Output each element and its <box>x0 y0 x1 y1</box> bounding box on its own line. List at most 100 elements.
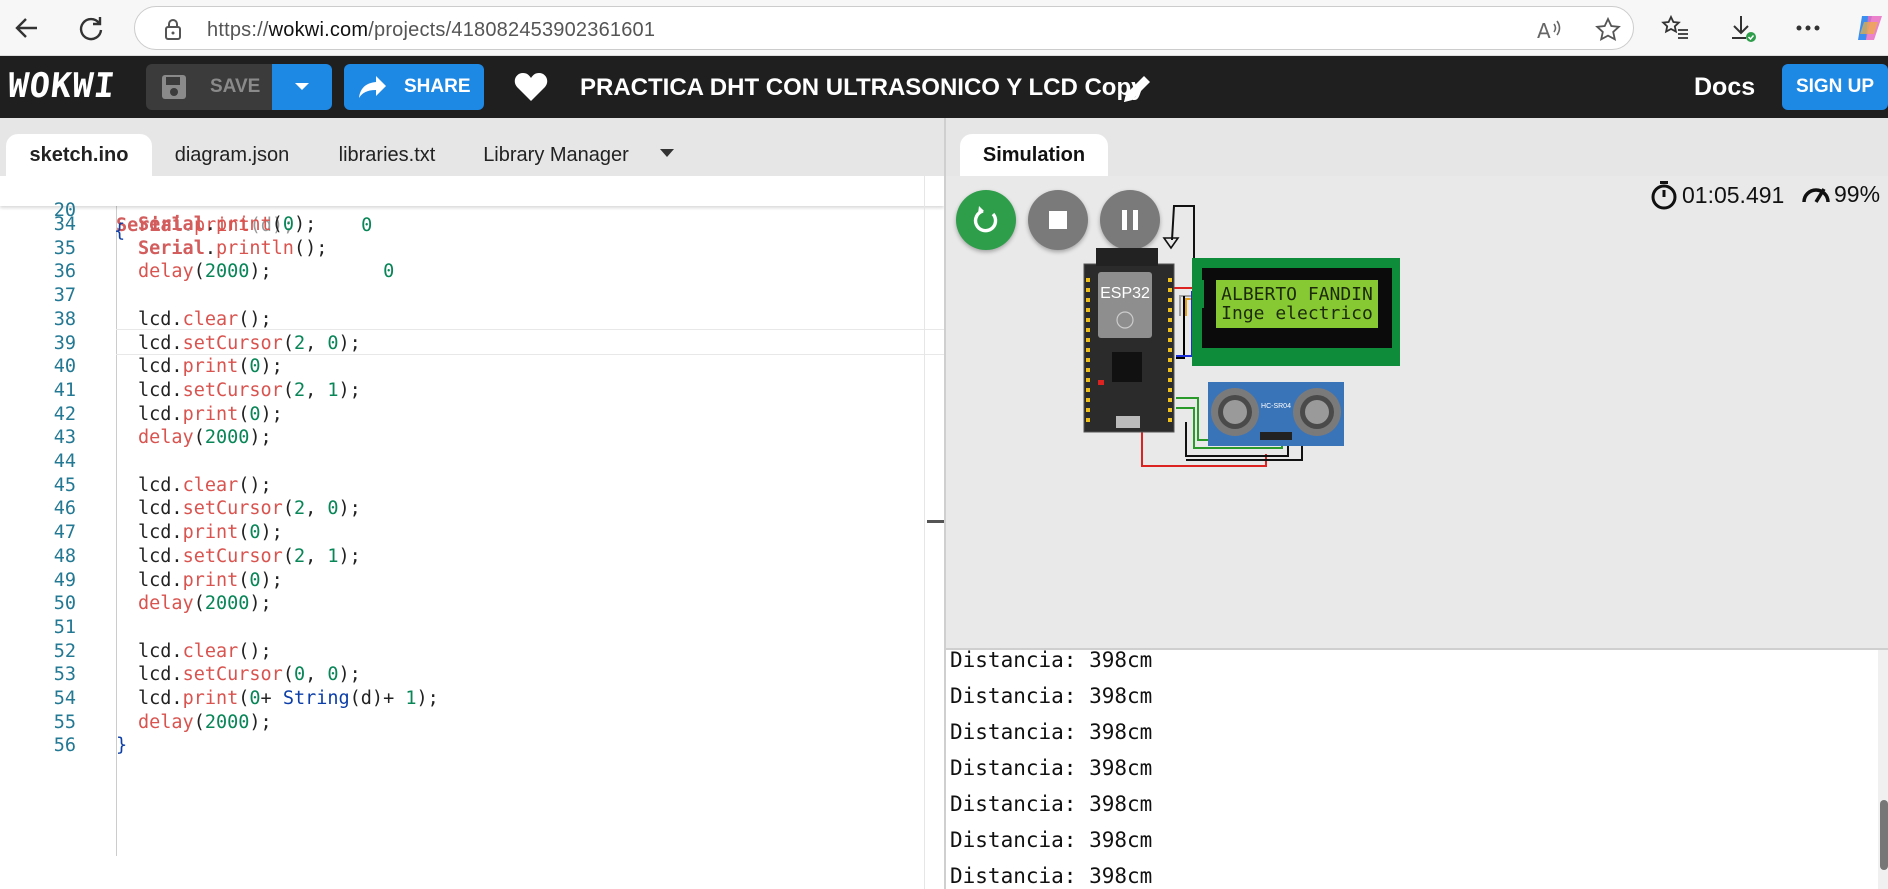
lcd-1602-display[interactable]: ALBERTO FANDIN Inge electrico <box>1192 258 1400 366</box>
line-number: 35 <box>53 237 76 259</box>
line-number: 48 <box>53 545 76 567</box>
lcd-line-2: Inge electrico <box>1221 303 1373 324</box>
read-aloud-icon[interactable]: A <box>1535 15 1565 45</box>
favorite-star-icon[interactable] <box>1593 15 1623 45</box>
line-number: 55 <box>53 711 76 733</box>
simulation-timer: 01:05.491 <box>1650 180 1784 210</box>
copilot-icon[interactable] <box>1852 10 1888 46</box>
reload-icon[interactable] <box>72 9 110 47</box>
downloads-icon[interactable] <box>1725 10 1761 46</box>
serial-monitor[interactable]: Distancia: 398cm Distancia: 398cm Distanci… <box>946 648 1888 889</box>
tab-sketch-ino[interactable]: sketch.ino <box>6 134 152 176</box>
line-number: 44 <box>53 451 76 472</box>
serial-output-line: Distancia: 398cm <box>950 720 1153 744</box>
share-arrow-icon <box>359 76 386 98</box>
code-text: lcd.print(0); <box>138 403 283 425</box>
tab-diagram-json[interactable]: diagram.json <box>162 134 302 176</box>
esp32-board[interactable]: ESP32 <box>1083 248 1175 433</box>
line-number: 41 <box>53 379 76 401</box>
code-text: Serial.print(0); <box>138 214 317 235</box>
serial-output-line: Distancia: 398cm <box>950 684 1153 708</box>
code-text: lcd.print(0); <box>138 522 283 544</box>
edit-pencil-icon[interactable] <box>1120 72 1154 106</box>
svg-text:A: A <box>1537 19 1551 42</box>
line-number: 39 <box>53 332 76 354</box>
code-text: lcd.clear(); <box>138 474 272 496</box>
back-arrow-icon[interactable] <box>8 9 46 47</box>
line-number: 53 <box>53 664 76 686</box>
code-line: 56} <box>0 735 944 764</box>
line-number: 49 <box>53 569 76 591</box>
serial-output-line: Distancia: 398cm <box>950 828 1153 852</box>
code-text: lcd.print(0); <box>138 356 283 378</box>
chevron-down-icon <box>295 83 309 90</box>
line-number: 42 <box>53 403 76 425</box>
line-number: 52 <box>53 640 76 662</box>
code-text: lcd.setCursor(0, 0); <box>138 664 361 686</box>
line-number: 47 <box>53 522 76 544</box>
code-text: lcd.clear(); <box>138 640 272 662</box>
save-disk-icon <box>162 75 186 99</box>
lock-icon[interactable] <box>163 17 183 41</box>
url-prefix: https:// <box>207 19 269 41</box>
sticky-scroll-header[interactable]: 20 { <box>0 176 944 242</box>
code-text: } <box>116 735 128 757</box>
sign-up-button[interactable]: SIGN UP <box>1782 64 1888 110</box>
esp32-label: ESP32 <box>1100 285 1150 302</box>
tabs-menu-caret-icon[interactable] <box>660 148 674 158</box>
timer-value: 01:05.491 <box>1682 181 1785 208</box>
code-text: delay(2000); <box>138 711 272 733</box>
code-editor[interactable]: Serial.print(d); 0 20 { 34 Serial.print(0… <box>0 176 944 889</box>
serial-output-line: Distancia: 398cm <box>950 792 1153 816</box>
code-text: lcd.setCursor(2, 0); <box>138 498 361 520</box>
code-text: delay(2000); 0 <box>138 261 395 283</box>
save-options-dropdown[interactable] <box>272 64 332 110</box>
heart-like-icon[interactable] <box>514 72 548 102</box>
performance-value: 99% <box>1834 180 1881 207</box>
tab-simulation[interactable]: Simulation <box>960 134 1108 176</box>
url-path: /projects/418082453902361601 <box>368 19 656 41</box>
share-button[interactable]: SHARE <box>344 64 484 110</box>
stopwatch-icon <box>1651 181 1677 210</box>
tab-libraries-txt[interactable]: libraries.txt <box>320 134 454 176</box>
address-bar[interactable]: https://wokwi.com/projects/4180824539023… <box>134 6 1634 50</box>
speedometer-icon <box>1802 188 1830 203</box>
save-button[interactable]: SAVE <box>146 64 272 110</box>
serial-scrollbar-thumb[interactable] <box>1880 800 1888 870</box>
browser-toolbar: https://wokwi.com/projects/4180824539023… <box>0 0 1888 56</box>
line-number: 50 <box>53 593 76 615</box>
wokwi-logo[interactable]: WOKWI <box>6 66 118 106</box>
serial-output-line: Distancia: 398cm <box>950 864 1153 888</box>
project-title: PRACTICA DHT CON ULTRASONICO Y LCD Copy <box>580 74 1145 101</box>
circuit-diagram[interactable]: ESP32 ALBERTO FANDIN Inge electrico HC-S… <box>946 176 1888 648</box>
tab-library-manager[interactable]: Library Manager <box>474 134 638 176</box>
url-text: https://wokwi.com/projects/4180824539023… <box>207 19 655 42</box>
serial-scrollbar[interactable] <box>1878 650 1888 889</box>
docs-link[interactable]: Docs <box>1694 73 1755 102</box>
line-number: 54 <box>53 688 76 709</box>
code-text: delay(2000); <box>138 427 272 449</box>
more-options-icon[interactable] <box>1790 10 1826 46</box>
line-number: 38 <box>53 308 76 330</box>
scroll-position-marker <box>927 520 944 523</box>
code-text: Serial.println(); <box>138 237 328 259</box>
editor-tab-bar: sketch.ino diagram.json libraries.txt Li… <box>0 118 944 176</box>
editor-scrollbar[interactable] <box>924 176 944 889</box>
sensor-label: HC-SR04 <box>1261 403 1291 410</box>
serial-output-line: Distancia: 398cm <box>950 756 1153 780</box>
line-number: 56 <box>53 735 76 757</box>
line-number: 43 <box>53 427 76 449</box>
code-text: delay(2000); <box>138 593 272 615</box>
save-label: SAVE <box>210 76 261 97</box>
share-label: SHARE <box>404 76 471 97</box>
favorites-list-icon[interactable] <box>1657 10 1693 46</box>
code-text: lcd.setCursor(2, 1); <box>138 545 361 567</box>
simulation-canvas[interactable]: ESP32 ALBERTO FANDIN Inge electrico HC-S… <box>946 176 1888 648</box>
lcd-line-1: ALBERTO FANDIN <box>1221 284 1373 305</box>
code-text: lcd.clear(); <box>138 308 272 330</box>
line-number: 46 <box>53 498 76 520</box>
line-number: 45 <box>53 474 76 496</box>
ultrasonic-sensor-hc-sr04[interactable]: HC-SR04 <box>1208 382 1344 446</box>
code-text: lcd.setCursor(2, 1); <box>138 379 361 401</box>
code-text: lcd.setCursor(2, 0); <box>138 332 361 354</box>
